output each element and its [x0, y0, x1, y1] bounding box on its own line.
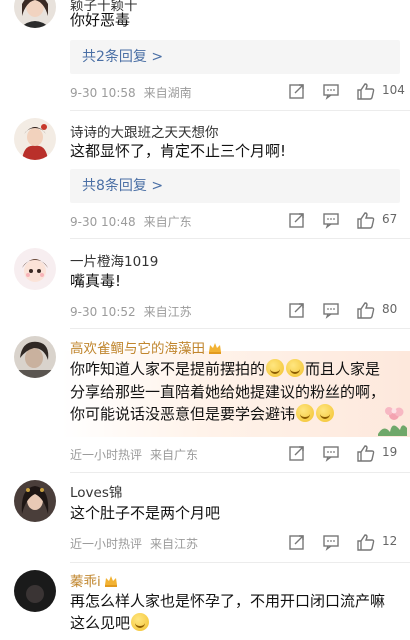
share-icon[interactable]: [288, 82, 306, 100]
comment-actions: 104: [288, 82, 405, 100]
comment-text: 这个肚子不是两个月吧: [70, 504, 221, 522]
location: 来自湖南: [143, 86, 192, 100]
comment-actions: 67: [288, 211, 404, 229]
like-count: 80: [382, 302, 398, 316]
grin-emoji-icon: [286, 359, 305, 377]
crown-icon: [209, 343, 221, 354]
comment-text: 嘴真毒!: [70, 272, 122, 290]
like-count: 12: [382, 534, 398, 548]
crown-icon: [104, 576, 117, 587]
comment-text: 你好恶毒: [70, 11, 131, 29]
grin-emoji-icon: [266, 359, 285, 377]
comment-meta: 近一小时热评 来自广东: [70, 446, 206, 463]
text-fragment: 你可能说话没恶意但是要学会避讳: [70, 405, 296, 423]
comment-actions: 19: [288, 444, 404, 462]
comment-meta: 9-30 10:58 来自湖南: [70, 84, 200, 101]
avatar[interactable]: [14, 248, 56, 290]
share-icon[interactable]: [288, 301, 306, 319]
like-count: 67: [382, 212, 398, 226]
avatar[interactable]: [14, 480, 56, 522]
divider: [70, 472, 410, 473]
comment-text-line-1: 你咋知道人家不是提前摆拍的 而且人家是: [70, 358, 380, 380]
timestamp: 9-30 10:58: [70, 86, 136, 100]
comment-actions: 80: [288, 301, 404, 319]
divider: [70, 328, 410, 329]
location: 来自广东: [150, 448, 199, 462]
comment-icon[interactable]: [322, 444, 340, 462]
comment-meta: 近一小时热评 来自江苏: [70, 535, 206, 552]
username[interactable]: 诗诗的大跟班之天天想你: [70, 121, 219, 141]
location: 来自江苏: [150, 537, 199, 551]
username[interactable]: Loves锦: [70, 481, 122, 501]
comment-text-line-2: 分享给那些一直陪着她给她提建议的粉丝的啊，: [70, 383, 386, 401]
location: 来自广东: [143, 215, 192, 229]
hot-label: 近一小时热评: [70, 537, 143, 551]
avatar[interactable]: [14, 336, 56, 378]
comment-text-line-1: 再怎么样人家也是怀孕了，不用开口闭口流产嘛: [70, 592, 386, 610]
username-text: 蓁乖i: [70, 574, 101, 590]
comment-icon[interactable]: [322, 82, 340, 100]
grin-emoji-icon: [316, 404, 335, 422]
avatar[interactable]: [14, 570, 56, 612]
comment-text: 这都显怀了，肯定不止三个月啊!: [70, 142, 287, 160]
text-fragment: 这么见吧: [70, 614, 131, 632]
like-icon[interactable]: [356, 301, 376, 319]
timestamp: 9-30 10:48: [70, 215, 136, 229]
view-replies-link[interactable]: 共2条回复 >: [70, 40, 400, 74]
comment-meta: 9-30 10:48 来自广东: [70, 213, 200, 230]
like-icon[interactable]: [356, 82, 376, 100]
like-icon[interactable]: [356, 444, 376, 462]
comment-text-line-3: 你可能说话没恶意但是要学会避讳: [70, 403, 335, 425]
divider: [70, 110, 410, 111]
avatar[interactable]: [14, 118, 56, 160]
username-text: 高欢雀鲷与它的海藻田: [70, 341, 205, 357]
hot-label: 近一小时热评: [70, 448, 143, 462]
flower-decoration-icon: [378, 407, 407, 436]
avatar[interactable]: [14, 0, 56, 28]
username[interactable]: 高欢雀鲷与它的海藻田: [70, 337, 222, 357]
wink-emoji-icon: [131, 613, 150, 631]
divider: [70, 562, 410, 563]
comment-icon[interactable]: [322, 533, 340, 551]
timestamp: 9-30 10:52: [70, 305, 136, 319]
comment-icon[interactable]: [322, 211, 340, 229]
username[interactable]: 蓁乖i: [70, 570, 118, 590]
location: 来自江苏: [143, 305, 192, 319]
comment-actions: 12: [288, 533, 404, 551]
like-icon[interactable]: [356, 533, 376, 551]
share-icon[interactable]: [288, 444, 306, 462]
like-icon[interactable]: [356, 211, 376, 229]
like-count: 104: [382, 83, 405, 97]
comment-icon[interactable]: [322, 301, 340, 319]
view-replies-link[interactable]: 共8条回复 >: [70, 169, 400, 203]
like-count: 19: [382, 445, 398, 459]
grin-emoji-icon: [296, 404, 315, 422]
text-fragment: 而且人家是: [305, 360, 381, 378]
username[interactable]: 一片橙海1019: [70, 250, 158, 270]
divider: [70, 238, 410, 239]
share-icon[interactable]: [288, 211, 306, 229]
text-fragment: 你咋知道人家不是提前摆拍的: [70, 360, 266, 378]
comment-meta: 9-30 10:52 来自江苏: [70, 303, 200, 320]
share-icon[interactable]: [288, 533, 306, 551]
comment-text-line-2: 这么见吧: [70, 612, 150, 634]
